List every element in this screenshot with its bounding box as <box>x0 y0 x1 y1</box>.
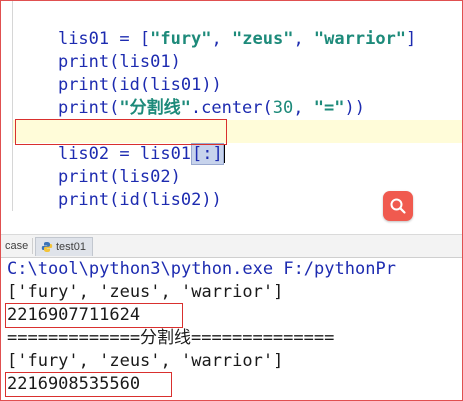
slice-expression: [:] <box>191 143 224 165</box>
console-output-line: ['fury', 'zeus', 'warrior'] <box>7 282 284 302</box>
text-caret <box>223 145 225 163</box>
punctuation: , <box>211 29 233 49</box>
punctuation: ] <box>406 29 417 49</box>
tab-label: case <box>5 240 29 252</box>
tab-test01[interactable]: test01 <box>35 237 93 256</box>
number-literal: 30 <box>272 98 294 118</box>
identifier: lis02 <box>150 190 202 210</box>
builtin-function: print <box>57 190 110 210</box>
string-literal: "warrior" <box>313 29 407 49</box>
punctuation: ( <box>109 190 120 210</box>
annotation-box-id-2 <box>5 372 172 397</box>
code-line-2[interactable]: print(lis01) <box>17 28 181 72</box>
code-line-7[interactable]: print(lis02) <box>17 143 181 187</box>
punctuation: , <box>293 29 314 49</box>
string-literal: "分割线" <box>119 98 191 118</box>
run-tab-bar: case test01 <box>1 234 462 258</box>
punctuation: ( <box>109 98 120 118</box>
code-line-4[interactable]: print("分割线".center(30, "=")) <box>17 74 365 118</box>
string-literal: "=" <box>313 98 345 118</box>
punctuation: )) <box>201 190 222 210</box>
punctuation: , <box>293 98 314 118</box>
console-output-line: =============分割线============== <box>7 328 335 348</box>
tab-divider <box>32 238 33 254</box>
console-output-line: ['fury', 'zeus', 'warrior'] <box>7 351 284 371</box>
code-line-3[interactable]: print(id(lis01)) <box>17 51 222 95</box>
annotation-box-slice-line <box>15 119 227 145</box>
punctuation: ( <box>139 190 151 210</box>
string-literal: "zeus" <box>232 29 294 49</box>
code-line-8[interactable]: print(id(lis02)) <box>17 166 222 210</box>
python-file-icon <box>41 242 53 252</box>
builtin-function: id <box>119 190 140 210</box>
builtin-function: print <box>57 98 110 118</box>
search-icon <box>390 198 406 214</box>
search-button[interactable] <box>383 191 413 221</box>
method-call: .center( <box>190 98 273 118</box>
code-line-1[interactable]: lis01 = ["fury", "zeus", "warrior"] <box>17 5 416 49</box>
annotation-box-id-1 <box>5 303 183 328</box>
run-console[interactable]: C:\tool\python3\python.exe F:/pythonPr [… <box>1 258 462 400</box>
punctuation: )) <box>344 98 365 118</box>
tab-label: test01 <box>56 241 86 253</box>
tab-case[interactable]: case <box>1 237 34 255</box>
code-editor[interactable]: lis01 = ["fury", "zeus", "warrior"] prin… <box>1 1 462 233</box>
console-command-line: C:\tool\python3\python.exe F:/pythonPr <box>7 259 396 279</box>
